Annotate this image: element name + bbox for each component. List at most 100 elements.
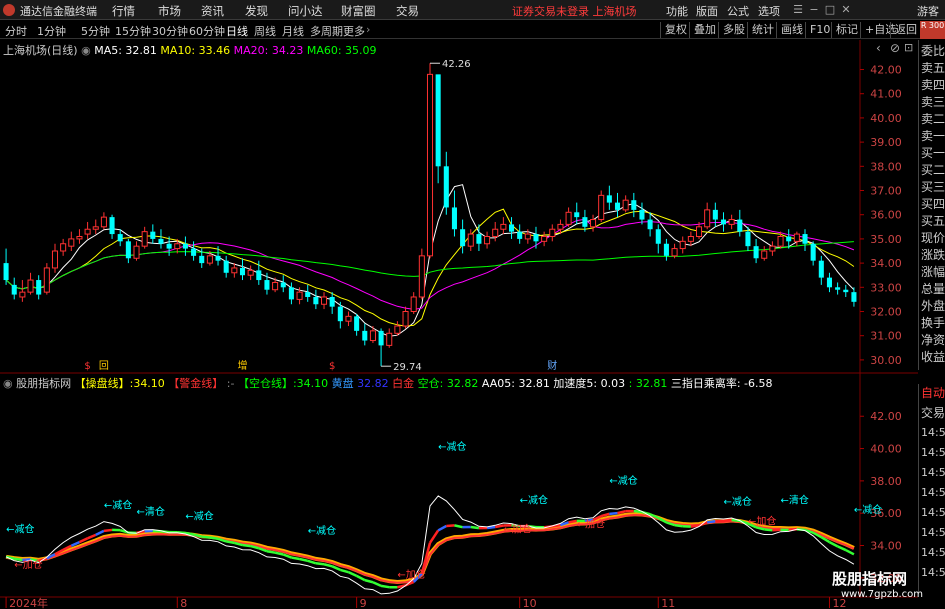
sub-legend-title: 股朋指标网	[16, 377, 72, 390]
side2-item-9[interactable]: 14:56	[921, 566, 945, 580]
side2-item-2[interactable]: 14:56	[921, 426, 945, 440]
side2-item-7[interactable]: 14:56	[921, 526, 945, 540]
event-marker-3: $	[329, 361, 335, 372]
candle-body-31	[256, 270, 262, 281]
candle-body-65	[533, 234, 539, 242]
candle-body-76	[622, 199, 629, 211]
candle-body-55	[451, 207, 457, 230]
candle-body-95	[777, 235, 784, 247]
candle-body-57	[467, 233, 474, 247]
candle-body-41	[337, 306, 343, 322]
candle-body-54	[443, 166, 449, 208]
indicator-mid-seg-94	[764, 528, 773, 532]
indicator-mid-seg-76	[617, 509, 626, 515]
candle-body-13	[109, 217, 115, 235]
signal-label-4: ←减仓	[185, 510, 213, 523]
side-item-8[interactable]: 买三	[921, 180, 945, 194]
side-item-4[interactable]: 卖二	[921, 112, 945, 126]
candle-body-63	[517, 231, 523, 239]
chart-options-icon[interactable]: ⊡	[904, 41, 913, 54]
side-item-1[interactable]: 卖五	[921, 61, 945, 75]
side-item-6[interactable]: 买一	[921, 146, 945, 160]
side-item-17[interactable]: 净资	[921, 333, 945, 347]
indicator-mid-seg-95	[772, 528, 781, 532]
side-item-11[interactable]: 现价	[921, 231, 945, 245]
indicator-mid-seg-70	[568, 519, 577, 524]
main-legend-title: 上海机场(日线)	[3, 44, 78, 57]
indicator-mid-seg-75	[609, 511, 618, 516]
side-item-9[interactable]: 买四	[921, 197, 945, 211]
main-ytick-label-5: 37.00	[870, 185, 902, 198]
candle-body-70	[574, 212, 580, 218]
candle-body-40	[329, 296, 335, 307]
indicator-mid-seg-37	[299, 557, 308, 563]
candle-body-75	[614, 202, 621, 210]
side-item-15[interactable]: 外盘	[921, 299, 945, 313]
candle-body-104	[851, 292, 857, 302]
side-item-14[interactable]: 总量	[921, 282, 945, 296]
candle-body-14	[117, 234, 123, 242]
sub-legend-settings-icon[interactable]: ◉	[3, 377, 16, 390]
indicator-mid-seg-28	[225, 540, 235, 545]
indicator-mid-seg-30	[242, 543, 251, 548]
side-item-7[interactable]: 买二	[921, 163, 945, 177]
candle-body-21	[174, 243, 181, 250]
side-item-10[interactable]: 买五	[921, 214, 945, 228]
indicator-mid-seg-33	[266, 550, 276, 554]
side2-item-3[interactable]: 14:56	[921, 446, 945, 460]
indicator-mid-seg-42	[339, 568, 349, 574]
candle-body-86	[704, 209, 711, 228]
indicator-mid-seg-40	[323, 563, 333, 568]
side-item-2[interactable]: 卖四	[921, 78, 945, 92]
candle-body-44	[362, 330, 368, 341]
side2-item-6[interactable]: 14:56	[921, 506, 945, 520]
price-annotation-0: 42.26	[442, 59, 471, 70]
kline-chart[interactable]: 42.00 41.00 40.00 39.00 38.00 37.00 36.00 35.00…	[0, 0, 945, 609]
main-ytick-label-11: 31.00	[870, 330, 902, 343]
side-item-0[interactable]: 委比	[921, 44, 945, 58]
candle-body-99	[810, 243, 816, 261]
sub-ytick-label-4: 34.00	[870, 540, 902, 553]
collapse-chevron-icon[interactable]: ‹	[876, 41, 881, 55]
sub-legend-item-7: 空仓: 32.82	[414, 377, 479, 390]
candle-body-49	[402, 311, 409, 327]
indicator-mid-seg-45	[364, 578, 374, 584]
candle-body-29	[239, 267, 246, 276]
side-item-16[interactable]: 换手	[921, 316, 945, 330]
candle-body-25	[206, 255, 213, 264]
legend-ma10: MA10: 33.46	[160, 44, 234, 57]
side-item-12[interactable]: 涨跌	[921, 248, 945, 262]
indicator-mid-seg-58	[470, 525, 480, 530]
side2-item-4[interactable]: 14:56	[921, 466, 945, 480]
candle-body-50	[410, 296, 417, 313]
indicator-mid-seg-44	[356, 574, 366, 582]
indicator-mid-seg-74	[600, 512, 610, 518]
candle-body-69	[565, 211, 572, 225]
main-ytick-label-6: 36.00	[870, 209, 902, 222]
side2-item-5[interactable]: 14:56	[921, 486, 945, 500]
indicator-mid-seg-46	[372, 581, 382, 588]
side-item-18[interactable]: 收益	[921, 350, 945, 364]
candle-body-38	[313, 296, 319, 305]
candle-body-48	[394, 325, 401, 334]
chart-search-icon[interactable]: ⊘	[890, 41, 900, 55]
indicator-mid-seg-83	[674, 523, 683, 528]
candle-body-83	[679, 240, 686, 250]
candle-body-90	[737, 219, 743, 232]
chart-settings-icon[interactable]: ◉	[81, 44, 94, 57]
side-item-13[interactable]: 涨幅	[921, 265, 945, 279]
sub-legend-items: 【操盘线】:34.10 【警金线】 :- 【空仓线】:34.10 黄盘 32.8…	[75, 377, 773, 390]
candle-body-34	[280, 282, 286, 288]
candle-body-11	[92, 226, 99, 230]
event-marker-1: 回	[99, 360, 109, 372]
sub-legend-item-0: 【操盘线】:34.10	[74, 377, 165, 390]
side2-item-0[interactable]: 自动	[921, 386, 945, 400]
side-item-5[interactable]: 卖一	[921, 129, 945, 143]
indicator-mid-seg-89	[723, 518, 732, 523]
indicator-mid-seg-55	[446, 524, 455, 528]
candle-body-73	[598, 194, 605, 221]
side2-item-8[interactable]: 14:56	[921, 546, 945, 560]
candle-body-79	[647, 219, 653, 230]
side2-item-1[interactable]: 交易	[921, 406, 945, 420]
side-item-3[interactable]: 卖三	[921, 95, 945, 109]
